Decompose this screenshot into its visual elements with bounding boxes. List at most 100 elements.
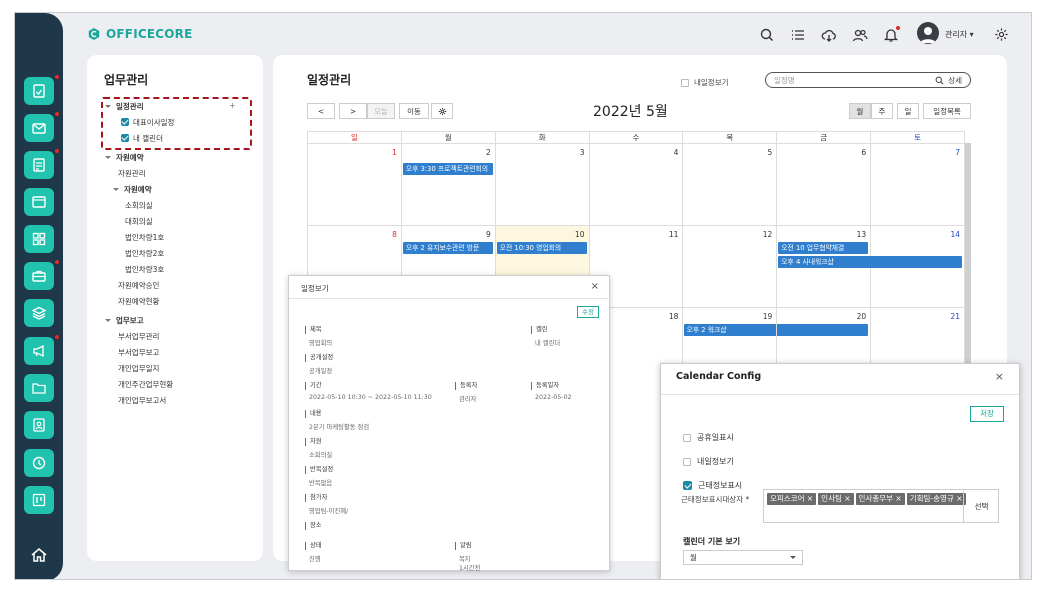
calendar-event[interactable]: 오전 10 업무협약체결	[778, 242, 869, 254]
bell-icon[interactable]	[883, 26, 900, 43]
layers-icon[interactable]	[24, 299, 54, 327]
board-icon[interactable]	[24, 188, 54, 216]
briefcase-icon[interactable]	[24, 262, 54, 290]
calendar-event[interactable]: 오후 3:30 프로젝트관련회의	[402, 163, 493, 175]
target-tag[interactable]: 인사팀 ×	[818, 493, 854, 505]
prev-month-button[interactable]: <	[307, 103, 335, 119]
today-button[interactable]: 오늘	[367, 103, 395, 119]
calendar-day[interactable]: 13 오전 10 업무협약체결 오후 4 사내워크샵	[777, 226, 963, 307]
view-day-button[interactable]: 일	[897, 103, 919, 119]
user-menu[interactable]: 관리자 ▾	[945, 29, 974, 40]
calendar-event[interactable]: 오후 2 유지보수관련 방문	[402, 242, 493, 254]
tree-item-personal-report[interactable]: 개인업무보고서	[118, 395, 166, 406]
edit-button[interactable]: 수정	[577, 306, 599, 318]
megaphone-icon[interactable]	[24, 337, 54, 365]
document-icon[interactable]	[24, 151, 54, 179]
calendar-day[interactable]: 12	[683, 226, 778, 307]
target-tag[interactable]: 기획팀-송영규 ×	[906, 493, 966, 505]
users-icon[interactable]	[852, 27, 868, 43]
tree-item-car-2[interactable]: 법인차량2호	[125, 248, 164, 259]
search-icon[interactable]	[759, 27, 775, 43]
mail-icon[interactable]	[24, 114, 54, 142]
tree-item-car-1[interactable]: 법인차량1호	[125, 232, 164, 243]
next-month-button[interactable]: >	[339, 103, 367, 119]
day-number: 5	[767, 148, 773, 157]
search-icon[interactable]	[935, 76, 944, 85]
chevron-down-icon	[105, 156, 111, 159]
calendar-day[interactable]: 6	[777, 144, 872, 225]
view-list-button[interactable]: 일정목록	[923, 103, 971, 119]
address-book-icon[interactable]	[24, 411, 54, 439]
field-label: 반복설정	[305, 466, 333, 474]
tree-item-personal-log[interactable]: 개인업무일지	[118, 363, 159, 374]
calendar-day[interactable]: 4	[590, 144, 684, 225]
day-number: 19	[762, 312, 773, 321]
tree-group-report[interactable]: 업무보고	[105, 315, 144, 326]
clock-icon[interactable]	[24, 449, 54, 477]
divider	[661, 394, 1019, 395]
apps-icon[interactable]	[24, 225, 54, 253]
day-number: 12	[762, 230, 773, 239]
view-week-button[interactable]: 주	[871, 103, 893, 119]
holiday-option[interactable]: 공휴일표시	[683, 432, 734, 443]
view-month-button[interactable]: 월	[849, 103, 871, 119]
select-target-button[interactable]: 선택	[963, 489, 999, 523]
search-input[interactable]: 일정명	[774, 75, 935, 86]
tree-item-dept-report[interactable]: 부서업무보고	[118, 347, 159, 358]
calendar-settings-button[interactable]	[431, 103, 453, 119]
tree-group-resource-booking[interactable]: 자원예약	[113, 184, 152, 195]
tree-item-dept-manage[interactable]: 부서업무관리	[118, 331, 159, 342]
tree-item-car-3[interactable]: 법인차량3호	[125, 264, 164, 275]
calendar-event[interactable]: 오전 10:30 영업회의	[496, 242, 587, 254]
field-value: 1시간전	[459, 565, 481, 572]
day-number: 10	[575, 230, 585, 239]
tree-item-large-room[interactable]: 대회의실	[125, 216, 153, 227]
tree-item-small-room[interactable]: 소회의실	[125, 200, 153, 211]
field-value: 목지	[459, 556, 471, 563]
tree-item-resource-manage[interactable]: 자원관리	[118, 168, 146, 179]
tree-group-resource[interactable]: 자원예약	[105, 152, 144, 163]
weekday-header: 일 월 화 수 목 금 토	[307, 131, 965, 143]
tree-item-booking-status[interactable]: 자원예약현황	[118, 296, 159, 307]
settings-gear-icon[interactable]	[994, 27, 1009, 42]
target-tag[interactable]: 오피스코어 ×	[767, 493, 817, 505]
schedule-search[interactable]: 일정명 상세	[765, 72, 971, 88]
calendar-day[interactable]: 2 오후 3:30 프로젝트관련회의	[402, 144, 496, 225]
cloud-download-icon[interactable]	[821, 27, 837, 43]
calendar-day[interactable]: 7	[871, 144, 964, 225]
own-schedule-option[interactable]: 내일정보기	[683, 456, 734, 467]
day-number: 6	[861, 148, 867, 157]
day-number: 4	[673, 148, 679, 157]
target-tag[interactable]: 인사총무부 ×	[855, 493, 905, 505]
attendance-option[interactable]: 근태정보표시	[683, 480, 742, 491]
day-number: 21	[950, 312, 961, 321]
move-button[interactable]: 이동	[399, 103, 429, 119]
calendar-day[interactable]: 1	[308, 144, 402, 225]
notification-dot	[896, 26, 900, 30]
detail-search-button[interactable]: 상세	[948, 75, 962, 86]
kanban-icon[interactable]	[24, 486, 54, 514]
avatar[interactable]	[917, 22, 939, 44]
home-icon[interactable]	[29, 545, 49, 565]
app-logo[interactable]: OFFICECORE	[87, 27, 193, 41]
field-value: 진행	[309, 556, 321, 563]
calendar-day[interactable]: 14	[871, 226, 964, 307]
app-window: OFFICECORE 관리자 ▾ 업무관리 + 일정관리 대표이사일정 내 캘린…	[14, 12, 1032, 580]
close-icon[interactable]: ×	[591, 281, 599, 292]
calendar-day[interactable]: 5	[683, 144, 778, 225]
own-schedule-toggle[interactable]: 내일정보기	[681, 77, 729, 88]
approval-icon[interactable]	[24, 77, 54, 105]
folder-icon[interactable]	[24, 374, 54, 402]
field-value: 2분기 마케팅활동 점검	[309, 424, 370, 431]
tree-item-booking-approval[interactable]: 자원예약승인	[118, 280, 159, 291]
field-label: 기간	[305, 382, 322, 390]
calendar-day[interactable]: 3	[496, 144, 590, 225]
field-label: 자원	[305, 438, 322, 446]
day-number: 11	[668, 230, 679, 239]
field-value: 2022-05-02	[535, 394, 572, 401]
tree-item-weekly-status[interactable]: 개인주간업무현황	[118, 379, 173, 390]
list-icon[interactable]	[790, 27, 806, 43]
save-button[interactable]: 저장	[970, 406, 1004, 422]
close-icon[interactable]: ×	[995, 370, 1004, 383]
default-view-select[interactable]: 월	[683, 550, 803, 565]
